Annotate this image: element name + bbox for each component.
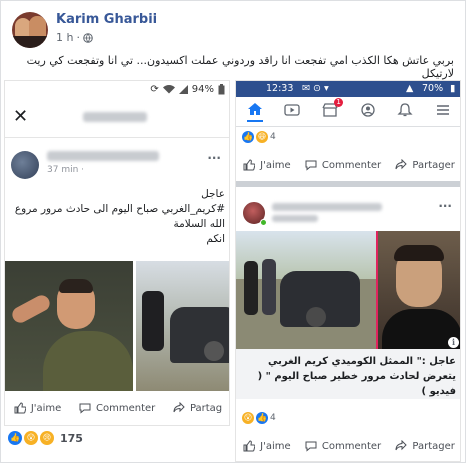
share-label: Partager <box>412 159 455 171</box>
post-actions: J'aime Commenter Partager <box>236 435 460 457</box>
comment-button[interactable]: Commenter <box>305 159 381 171</box>
separator-dot: · <box>76 31 80 44</box>
crash-photo[interactable] <box>236 231 376 349</box>
nav-home-icon[interactable] <box>246 101 263 122</box>
post-meta: 1 h · <box>56 31 93 44</box>
like-label: J'aime <box>30 402 62 414</box>
post-text-line: الله السلامة <box>173 218 225 230</box>
post-actions: J'aime Commenter Partager <box>236 154 460 176</box>
comment-icon <box>305 160 317 171</box>
like-button[interactable]: J'aime <box>243 440 291 452</box>
battery-icon <box>218 84 225 95</box>
nav-menu-icon[interactable] <box>435 102 451 121</box>
info-icon[interactable]: i <box>448 337 459 348</box>
page-name-blurred <box>83 112 147 122</box>
close-icon[interactable]: ✕ <box>13 106 28 127</box>
share-icon <box>395 159 408 170</box>
reaction-count: 4 <box>270 132 276 142</box>
like-reaction-icon: 👍 <box>242 131 254 143</box>
status-bar: ⟳ 94% <box>5 81 229 98</box>
reaction-summary[interactable]: 👍 😆 4 <box>242 131 276 143</box>
actor-selfie[interactable] <box>376 231 460 349</box>
share-button[interactable]: Partager <box>395 440 455 452</box>
share-button[interactable]: Partager <box>395 159 455 171</box>
comment-button[interactable]: Commenter <box>305 440 381 452</box>
nav-video-icon[interactable] <box>284 102 301 121</box>
thumbs-up-icon <box>243 159 256 171</box>
like-button[interactable]: J'aime <box>243 159 291 171</box>
share-label: Partager <box>412 440 455 452</box>
nav-profile-icon[interactable] <box>360 102 376 121</box>
signal-icon <box>178 85 188 94</box>
signal-icon: ▲ <box>406 83 414 94</box>
more-options-icon[interactable]: ··· <box>438 199 452 213</box>
wow-reaction-icon: 😮 <box>24 431 38 445</box>
share-icon <box>395 440 408 451</box>
post-text-line: انكم <box>206 233 225 245</box>
post-reaction-summary[interactable]: 👍 😮 😢 175 <box>8 431 83 445</box>
status-bar: 12:33 ✉ ⊙ ▾ ▲ 70% ▮ <box>236 81 460 97</box>
crash-photo[interactable] <box>136 261 229 391</box>
like-label: J'aime <box>260 159 291 171</box>
like-label: J'aime <box>260 440 291 452</box>
like-button[interactable]: J'aime <box>14 402 62 414</box>
status-time: 12:33 <box>266 83 294 94</box>
reaction-count: 175 <box>60 431 83 445</box>
comment-label: Commenter <box>321 159 382 171</box>
comment-label: Commenter <box>321 440 382 452</box>
battery-icon: ▮ <box>450 83 456 94</box>
online-indicator <box>260 219 267 226</box>
feed-separator <box>236 181 460 187</box>
share-button[interactable]: Partag <box>173 402 222 414</box>
sync-icon: ⟳ <box>150 84 159 95</box>
share-icon <box>173 402 185 413</box>
screenshot-right[interactable]: 12:33 ✉ ⊙ ▾ ▲ 70% ▮ 1 👍 😆 4 J'aime Comme… <box>235 80 461 462</box>
comment-icon <box>79 403 91 414</box>
battery-percent: 94% <box>191 84 214 95</box>
author-name[interactable]: Karim Gharbii <box>56 12 157 27</box>
like-reaction-icon: 👍 <box>8 431 22 445</box>
notification-badge: 1 <box>334 98 344 107</box>
page-title-blurred <box>272 203 382 211</box>
wow-reaction-icon: 😮 <box>242 412 254 424</box>
post-text-line: #كريم_الغربي صباح اليوم الى حادث مرور مر… <box>14 203 225 215</box>
nav-notifications-icon[interactable] <box>397 102 414 121</box>
sad-reaction-icon: 😢 <box>40 431 54 445</box>
comment-label: Commenter <box>96 402 156 414</box>
link-caption[interactable]: عاجل :" الممثل الكوميدي كريم الغربي يتعر… <box>236 349 460 399</box>
page-avatar[interactable] <box>11 151 39 179</box>
post-time-blurred <box>272 215 318 222</box>
post-time[interactable]: 1 h <box>56 31 73 44</box>
post-actions: J'aime Commenter Partag <box>5 397 229 419</box>
share-label: Partag <box>189 402 223 414</box>
post-text: بربي عاتش هكا الكذب امي تفجعت انا راقد و… <box>26 54 454 80</box>
page-title-blurred <box>47 151 159 161</box>
comment-button[interactable]: Commenter <box>79 402 155 414</box>
comment-icon <box>305 441 317 452</box>
more-options-icon[interactable]: ··· <box>207 151 221 165</box>
battery-percent: 70% <box>422 83 444 94</box>
nav-marketplace-icon[interactable]: 1 <box>322 98 344 121</box>
haha-reaction-icon: 😆 <box>256 131 268 143</box>
post-time: 37 min · <box>47 165 85 175</box>
globe-icon <box>83 32 93 43</box>
thumbs-up-icon <box>14 402 26 414</box>
notification-icons: ✉ ⊙ ▾ <box>302 83 329 94</box>
like-reaction-icon: 👍 <box>256 412 268 424</box>
reaction-summary[interactable]: 😮 👍 4 <box>242 412 276 424</box>
top-bar: ✕ <box>5 98 229 138</box>
wifi-icon <box>162 85 175 94</box>
actor-photo[interactable] <box>5 261 133 391</box>
navigation-bar: 1 <box>236 97 460 127</box>
post-text-line: عاجل <box>201 188 225 200</box>
thumbs-up-icon <box>243 440 256 452</box>
screenshot-left[interactable]: ⟳ 94% ✕ 37 min · ··· عاجل #كريم_الغربي ص… <box>4 80 230 426</box>
author-avatar[interactable] <box>12 12 48 48</box>
reaction-count: 4 <box>270 413 276 423</box>
